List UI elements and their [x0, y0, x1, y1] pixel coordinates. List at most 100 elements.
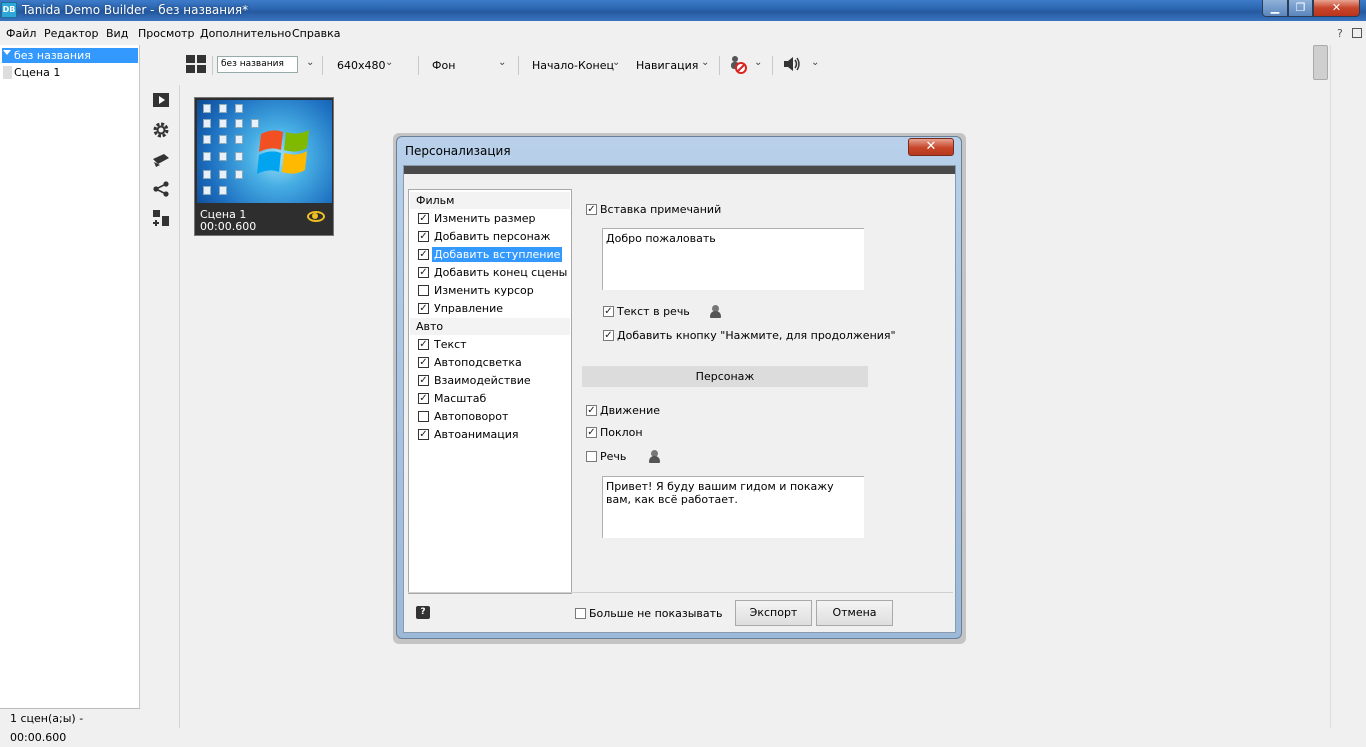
notes-textarea[interactable]: Добро пожаловать — [602, 228, 864, 290]
list-item-label: Управление — [434, 302, 504, 315]
list-item-autohighlight[interactable]: ✓ Автоподсветка — [410, 354, 570, 372]
list-item-label: Автоповорот — [434, 410, 509, 423]
maximize-button[interactable]: ❐ — [1288, 0, 1313, 17]
cursor-tool-icon[interactable] — [152, 150, 170, 168]
continue-button-checkbox[interactable]: ✓ — [603, 330, 614, 341]
expand-arrow-icon[interactable] — [3, 50, 11, 55]
close-window-button[interactable]: ✕ — [1313, 0, 1360, 17]
dialog-body: Фильм ✓ Изменить размер ✓ Добавить персона… — [403, 165, 956, 633]
minimize-button[interactable]: ▁ — [1262, 0, 1288, 17]
list-item-add-scene-end[interactable]: ✓ Добавить конец сцены — [410, 264, 570, 282]
group-header-auto: Авто — [410, 318, 570, 335]
checkbox[interactable]: ✓ — [418, 339, 429, 350]
background-dropdown[interactable]: Фон — [432, 59, 455, 72]
toolbar-separator — [322, 56, 323, 75]
project-name-input[interactable]: без названия — [217, 56, 298, 73]
checkbox[interactable]: ✓ — [418, 429, 429, 440]
personalization-dialog: Персонализация ✕ Фильм ✓ Изменить размер … — [396, 136, 962, 639]
dont-show-checkbox[interactable] — [575, 608, 586, 619]
menu-help[interactable]: Справка — [292, 27, 340, 40]
menu-editor[interactable]: Редактор — [44, 27, 99, 40]
list-item-autorotate[interactable]: Автоповорот — [410, 408, 570, 426]
person-icon[interactable] — [710, 305, 721, 318]
navigation-dropdown[interactable]: Навигация — [636, 59, 698, 72]
list-item-controls[interactable]: ✓ Управление — [410, 300, 570, 318]
share-icon[interactable] — [152, 180, 170, 198]
scene-grid-icon[interactable] — [186, 55, 206, 73]
checkbox[interactable]: ✓ — [418, 393, 429, 404]
windows-logo-icon — [257, 130, 309, 174]
toolbar-separator — [418, 56, 419, 75]
list-item-resize[interactable]: ✓ Изменить размер — [410, 210, 570, 228]
checkbox[interactable]: ✓ — [418, 213, 429, 224]
list-item-label: Изменить курсор — [434, 284, 534, 297]
add-scene-icon[interactable] — [152, 209, 170, 227]
dialog-title: Персонализация — [405, 144, 511, 158]
checkbox[interactable]: ✓ — [418, 267, 429, 278]
gear-icon[interactable] — [152, 121, 170, 139]
checkbox[interactable]: ✓ — [418, 249, 429, 260]
checkbox[interactable]: ✓ — [418, 357, 429, 368]
resolution-dropdown[interactable]: 640x480 — [337, 59, 386, 72]
help-button[interactable]: ? — [416, 606, 430, 619]
dialog-close-button[interactable]: ✕ — [908, 138, 954, 156]
list-item-change-cursor[interactable]: Изменить курсор — [410, 282, 570, 300]
checkbox[interactable]: ✓ — [418, 375, 429, 386]
menu-file[interactable]: Файл — [6, 27, 36, 40]
scene-preview-image — [197, 100, 332, 203]
toolbar-separator — [772, 56, 773, 75]
list-item-label: Взаимодействие — [434, 374, 531, 387]
chevron-down-icon[interactable]: ⌄ — [612, 57, 620, 68]
list-item-label: Добавить конец сцены — [434, 266, 568, 279]
group-header-film: Фильм — [410, 192, 570, 209]
chevron-down-icon[interactable]: ⌄ — [754, 57, 762, 68]
list-item-autoanimation[interactable]: ✓ Автоанимация — [410, 426, 570, 444]
menu-extra[interactable]: Дополнительно — [200, 27, 291, 40]
chevron-down-icon[interactable]: ⌄ — [811, 57, 819, 68]
speech-textarea[interactable]: Привет! Я буду вашим гидом и покажу вам,… — [602, 476, 864, 538]
checkbox[interactable]: ✓ — [418, 231, 429, 242]
no-character-icon[interactable] — [729, 55, 747, 74]
speaker-icon[interactable] — [783, 56, 801, 72]
chevron-down-icon[interactable]: ⌄ — [306, 57, 314, 68]
play-icon[interactable] — [152, 91, 170, 109]
start-end-dropdown[interactable]: Начало-Конец — [532, 59, 614, 72]
notes-checkbox[interactable]: ✓ — [586, 204, 597, 215]
help-question-icon[interactable]: ? — [1337, 27, 1343, 40]
person-icon[interactable] — [649, 450, 660, 463]
character-section-header: Персонаж — [582, 366, 868, 387]
continue-button-label: Добавить кнопку "Нажмите, для продолжени… — [617, 329, 896, 342]
checkbox[interactable] — [418, 285, 429, 296]
list-item-add-character[interactable]: ✓ Добавить персонаж — [410, 228, 570, 246]
tree-item-project[interactable]: без названия — [2, 48, 138, 63]
checkbox[interactable] — [418, 411, 429, 422]
checkbox[interactable]: ✓ — [418, 303, 429, 314]
tree-item-scene[interactable]: Сцена 1 — [2, 65, 60, 80]
list-item-scale[interactable]: ✓ Масштаб — [410, 390, 570, 408]
list-item-text[interactable]: ✓ Текст — [410, 336, 570, 354]
restore-panel-icon[interactable] — [1352, 28, 1362, 38]
export-button[interactable]: Экспорт — [735, 600, 812, 626]
dialog-separator — [408, 592, 953, 593]
list-item-interaction[interactable]: ✓ Взаимодействие — [410, 372, 570, 390]
tts-checkbox[interactable]: ✓ — [603, 306, 614, 317]
project-tree-panel: без названия Сцена 1 — [0, 45, 140, 728]
list-item-add-intro[interactable]: ✓ Добавить вступление — [410, 246, 570, 264]
toolbar-separator — [212, 56, 213, 75]
menu-view[interactable]: Вид — [106, 27, 128, 40]
chevron-down-icon[interactable]: ⌄ — [498, 57, 506, 68]
cancel-button[interactable]: Отмена — [816, 600, 893, 626]
chevron-down-icon[interactable]: ⌄ — [385, 57, 393, 68]
toolbar-separator — [719, 56, 720, 75]
tts-label: Текст в речь — [617, 305, 690, 318]
chevron-down-icon[interactable]: ⌄ — [701, 57, 709, 68]
bow-checkbox[interactable]: ✓ — [586, 427, 597, 438]
scene-thumbnail[interactable]: Сцена 1 00:00.600 — [194, 97, 334, 236]
movement-checkbox[interactable]: ✓ — [586, 405, 597, 416]
menu-preview[interactable]: Просмотр — [138, 27, 194, 40]
status-summary: 1 сцен(а;ы) - 00:00.600 — [0, 708, 140, 744]
app-logo-icon: DB — [1, 2, 17, 18]
speech-checkbox[interactable] — [586, 451, 597, 462]
movement-label: Движение — [600, 404, 661, 417]
scrollbar-thumb[interactable] — [1313, 45, 1328, 80]
